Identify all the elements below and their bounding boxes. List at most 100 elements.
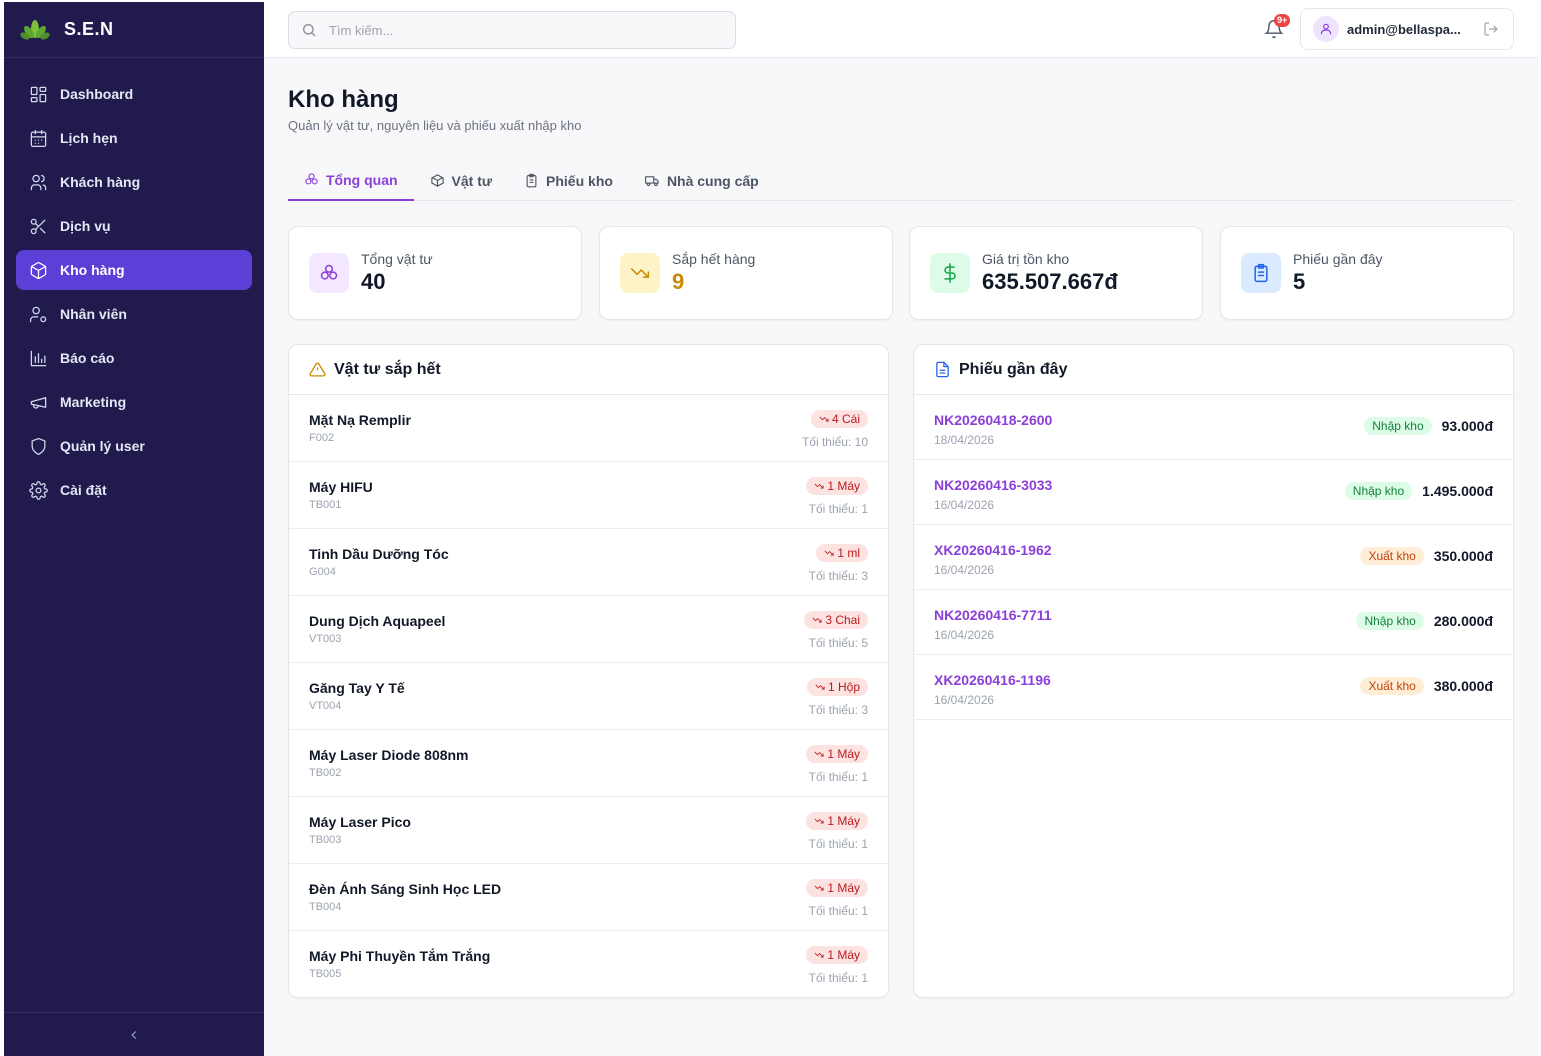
stock-badge: 1 Máy [806, 477, 868, 495]
sidebar-item-user-management[interactable]: Quản lý user [16, 426, 252, 466]
trending-down-icon [819, 416, 829, 422]
list-item[interactable]: Mặt Nạ Remplir F002 4 Cái Tối thiểu: 10 [289, 395, 888, 462]
sidebar-item-reports[interactable]: Báo cáo [16, 338, 252, 378]
list-item[interactable]: Găng Tay Y Tế VT004 1 Hộp Tối thiểu: 3 [289, 663, 888, 730]
topbar: 9+ admin@bellaspa... [264, 2, 1538, 58]
trending-down-icon [814, 885, 824, 891]
list-item[interactable]: Đèn Ánh Sáng Sinh Học LED TB004 1 Máy Tối t… [289, 864, 888, 931]
low-stock-panel: Vật tư sắp hết Mặt Nạ Remplir F002 4 Cái Tố… [288, 344, 889, 998]
sidebar-item-staff[interactable]: Nhân viên [16, 294, 252, 334]
document-icon [936, 361, 949, 378]
search-icon [303, 24, 316, 37]
list-item[interactable]: Máy Laser Pico TB003 1 Máy Tối thiểu: 1 [289, 797, 888, 864]
minimum-stock: Tối thiểu: 3 [808, 703, 868, 717]
panel-header: Phiếu gần đây [914, 345, 1513, 395]
warning-icon [309, 362, 326, 377]
item-name: Tinh Dầu Dưỡng Tóc [309, 546, 449, 562]
brand-name: S.E.N [64, 19, 114, 39]
recent-vouchers-panel: Phiếu gần đây NK20260418-2600 18/04/2026 N… [913, 344, 1514, 998]
item-code: TB004 [309, 901, 342, 913]
minimum-stock: Tối thiểu: 3 [808, 569, 868, 583]
stock-badge: 1 ml [816, 544, 868, 562]
avatar [1313, 16, 1339, 42]
stock-quantity: 1 Máy [827, 881, 860, 895]
stat-card-total-materials: Tổng vật tư 40 [288, 226, 582, 320]
stock-quantity: 1 Máy [827, 747, 860, 761]
voucher-amount: 350.000đ [1433, 548, 1493, 564]
minimum-stock: Tối thiểu: 1 [808, 770, 868, 784]
stock-badge: 3 Chai [804, 611, 868, 629]
tab-label: Vật tư [451, 172, 493, 189]
box-icon [430, 174, 444, 187]
stock-badge: 1 Máy [806, 812, 868, 830]
sidebar-item-label: Quản lý user [60, 438, 145, 454]
minimum-stock: Tối thiểu: 1 [808, 904, 868, 918]
tab-materials[interactable]: Vật tư [414, 160, 508, 201]
tab-suppliers[interactable]: Nhà cung cấp [629, 160, 775, 201]
list-item[interactable]: Tinh Dầu Dưỡng Tóc G004 1 ml Tối thiểu: 3 [289, 529, 888, 596]
collapse-sidebar-button[interactable] [4, 1012, 264, 1056]
voucher-code-link[interactable]: NK20260416-3033 [934, 477, 1052, 493]
tab-vouchers[interactable]: Phiếu kho [508, 160, 629, 201]
stat-value: 5 [1293, 269, 1306, 294]
item-name: Đèn Ánh Sáng Sinh Học LED [309, 881, 502, 897]
sidebar-item-dashboard[interactable]: Dashboard [16, 74, 252, 114]
list-item: NK20260418-2600 18/04/2026 Nhập kho 93.000đ [914, 395, 1513, 460]
voucher-amount: 380.000đ [1433, 678, 1493, 694]
list-item[interactable]: Máy Phi Thuyền Tắm Trắng TB005 1 Máy Tối th… [289, 931, 888, 997]
stock-badge: 1 Máy [806, 879, 868, 897]
trending-down-icon [824, 550, 834, 556]
sidebar-item-label: Nhân viên [60, 306, 127, 322]
stat-label: Phiếu gần đây [1293, 251, 1383, 267]
voucher-code-link[interactable]: NK20260416-7711 [934, 607, 1052, 623]
sidebar-item-label: Marketing [60, 394, 127, 410]
sidebar-item-settings[interactable]: Cài đặt [16, 470, 252, 510]
trending-down-icon [814, 751, 824, 757]
search-box[interactable] [288, 11, 736, 49]
sidebar-item-customers[interactable]: Khách hàng [16, 162, 252, 202]
sidebar-item-appointments[interactable]: Lịch hẹn [16, 118, 252, 158]
search-input[interactable] [329, 22, 709, 38]
stat-card-recent-vouchers: Phiếu gần đây 5 [1220, 226, 1514, 320]
stock-quantity: 1 Máy [827, 479, 860, 493]
recent-vouchers-list: NK20260418-2600 18/04/2026 Nhập kho 93.000đ… [914, 395, 1513, 720]
logout-icon [1484, 22, 1498, 36]
list-item[interactable]: Máy HIFU TB001 1 Máy Tối thiểu: 1 [289, 462, 888, 529]
user-cog-icon [28, 304, 48, 324]
trending-down-icon [814, 952, 824, 958]
voucher-code-link[interactable]: NK20260418-2600 [934, 412, 1052, 428]
list-item: XK20260416-1196 16/04/2026 Xuất kho 380.000… [914, 655, 1513, 720]
list-item[interactable]: Dung Dịch Aquapeel VT003 3 Chai Tối thiểu: … [289, 596, 888, 663]
item-code: TB003 [309, 834, 342, 846]
chevron-left-icon [131, 1030, 137, 1039]
brand[interactable]: S.E.N [4, 2, 264, 58]
sidebar-nav: Dashboard Lịch hẹn Khách hàng Dịch vụ Kh… [4, 58, 264, 510]
package-icon [28, 260, 48, 280]
item-code: VT004 [309, 700, 342, 712]
sidebar-item-services[interactable]: Dịch vụ [16, 206, 252, 246]
notification-button[interactable]: 9+ [1264, 14, 1291, 41]
voucher-code-link[interactable]: XK20260416-1196 [934, 672, 1051, 688]
user-menu[interactable]: admin@bellaspa... [1300, 8, 1514, 50]
list-item[interactable]: Máy Laser Diode 808nm TB002 1 Máy Tối thiểu… [289, 730, 888, 797]
item-code: TB002 [309, 767, 342, 779]
sidebar-item-label: Dịch vụ [60, 218, 111, 234]
logout-button[interactable] [1483, 21, 1499, 37]
stat-card-inventory-value: Giá trị tồn kho 635.507.667đ [909, 226, 1203, 320]
voucher-code-link[interactable]: XK20260416-1962 [934, 542, 1052, 558]
sidebar-item-label: Cài đặt [60, 482, 107, 498]
notification-badge: 9+ [1274, 14, 1291, 27]
main-content: 9+ admin@bellaspa... Kho hàng Quản lý vậ… [264, 2, 1538, 1056]
minimum-stock: Tối thiểu: 1 [808, 502, 868, 516]
status-badge: Xuất kho [1360, 677, 1424, 695]
list-item: NK20260416-3033 16/04/2026 Nhập kho 1.495.0… [914, 460, 1513, 525]
sidebar-item-marketing[interactable]: Marketing [16, 382, 252, 422]
user-icon [1320, 23, 1332, 35]
tab-overview[interactable]: Tổng quan [288, 160, 414, 201]
sidebar-item-label: Kho hàng [60, 262, 125, 278]
users-icon [28, 172, 48, 192]
sidebar-item-inventory[interactable]: Kho hàng [16, 250, 252, 290]
stock-quantity: 1 Hộp [827, 680, 860, 694]
sidebar-item-label: Dashboard [60, 86, 134, 102]
tab-label: Nhà cung cấp [666, 172, 759, 189]
